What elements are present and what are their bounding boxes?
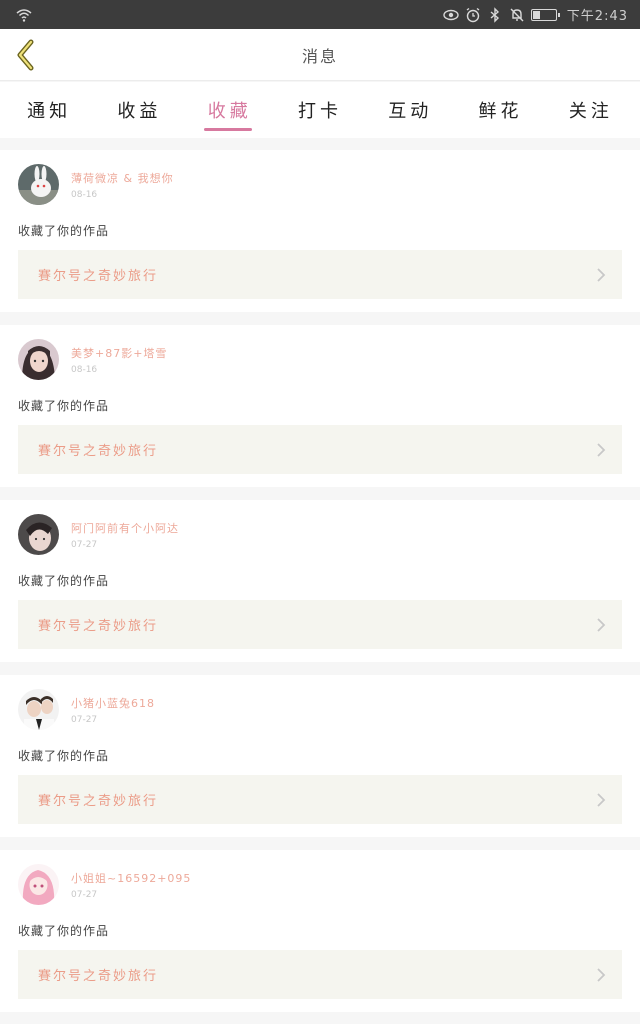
work-link[interactable]: 賽尔号之奇妙旅行: [18, 425, 622, 474]
battery-icon: [530, 8, 560, 21]
username[interactable]: 薄荷微凉 & 我想你: [71, 170, 174, 186]
avatar[interactable]: [18, 864, 59, 905]
status-bar: 下午2:43: [0, 0, 640, 29]
work-link[interactable]: 賽尔号之奇妙旅行: [18, 775, 622, 824]
work-title: 賽尔号之奇妙旅行: [38, 794, 159, 809]
work-link[interactable]: 賽尔号之奇妙旅行: [18, 950, 622, 999]
tab-flowers[interactable]: 鲜花: [473, 87, 529, 133]
page-title: 消息: [301, 46, 338, 66]
action-text: 收藏了你的作品: [18, 749, 110, 763]
username[interactable]: 小猪小蓝兔618: [71, 695, 155, 711]
tab-interactions[interactable]: 互动: [382, 87, 438, 133]
bluetooth-icon: [487, 6, 503, 23]
username[interactable]: 小姐姐~16592+095: [71, 870, 191, 886]
tab-favorites[interactable]: 收藏: [202, 87, 258, 133]
timestamp: 08-16: [71, 189, 98, 200]
timestamp: 07-27: [71, 889, 98, 900]
mute-bell-icon: [509, 7, 525, 23]
eye-comfort-icon: [443, 7, 459, 23]
list-item: 美梦+87影+塔雪 08-16 收藏了你的作品 賽尔号之奇妙旅行: [0, 325, 640, 487]
action-text: 收藏了你的作品: [18, 924, 110, 938]
work-link[interactable]: 賽尔号之奇妙旅行: [18, 600, 622, 649]
wifi-icon: [16, 7, 32, 23]
timestamp: 07-27: [71, 714, 98, 725]
work-title: 賽尔号之奇妙旅行: [38, 444, 159, 459]
tab-earnings[interactable]: 收益: [111, 87, 167, 133]
top-header: 消息: [0, 29, 640, 81]
timestamp: 08-16: [71, 364, 98, 375]
chevron-right-icon: [596, 267, 606, 283]
avatar[interactable]: [18, 514, 59, 555]
status-time: 下午2:43: [566, 9, 628, 24]
tab-notifications[interactable]: 通知: [21, 87, 77, 133]
timestamp: 07-27: [71, 539, 98, 550]
action-text: 收藏了你的作品: [18, 574, 110, 588]
back-arrow-icon: [17, 39, 34, 71]
username[interactable]: 美梦+87影+塔雪: [71, 345, 167, 361]
work-title: 賽尔号之奇妙旅行: [38, 269, 159, 284]
list-item: 阿门阿前有个小阿达 07-27 收藏了你的作品 賽尔号之奇妙旅行: [0, 500, 640, 662]
tab-following[interactable]: 关注: [563, 87, 619, 133]
back-button[interactable]: [8, 37, 44, 73]
chevron-right-icon: [596, 617, 606, 633]
username[interactable]: 阿门阿前有个小阿达: [71, 520, 179, 536]
list-item: 小姐姐~16592+095 07-27 收藏了你的作品 賽尔号之奇妙旅行: [0, 850, 640, 1012]
chevron-right-icon: [596, 442, 606, 458]
avatar[interactable]: [18, 689, 59, 730]
action-text: 收藏了你的作品: [18, 224, 110, 238]
work-title: 賽尔号之奇妙旅行: [38, 619, 159, 634]
category-tabs: 通知 收益 收藏 打卡 互动 鲜花 关注: [0, 82, 640, 138]
avatar[interactable]: [18, 339, 59, 380]
alarm-icon: [465, 7, 481, 23]
tab-checkin[interactable]: 打卡: [292, 87, 348, 133]
chevron-right-icon: [596, 967, 606, 983]
chevron-right-icon: [596, 792, 606, 808]
list-item: 小猪小蓝兔618 07-27 收藏了你的作品 賽尔号之奇妙旅行: [0, 675, 640, 837]
work-link[interactable]: 賽尔号之奇妙旅行: [18, 250, 622, 299]
list-item: 薄荷微凉 & 我想你 08-16 收藏了你的作品 賽尔号之奇妙旅行: [0, 150, 640, 312]
work-title: 賽尔号之奇妙旅行: [38, 969, 159, 984]
avatar[interactable]: [18, 164, 59, 205]
action-text: 收藏了你的作品: [18, 399, 110, 413]
